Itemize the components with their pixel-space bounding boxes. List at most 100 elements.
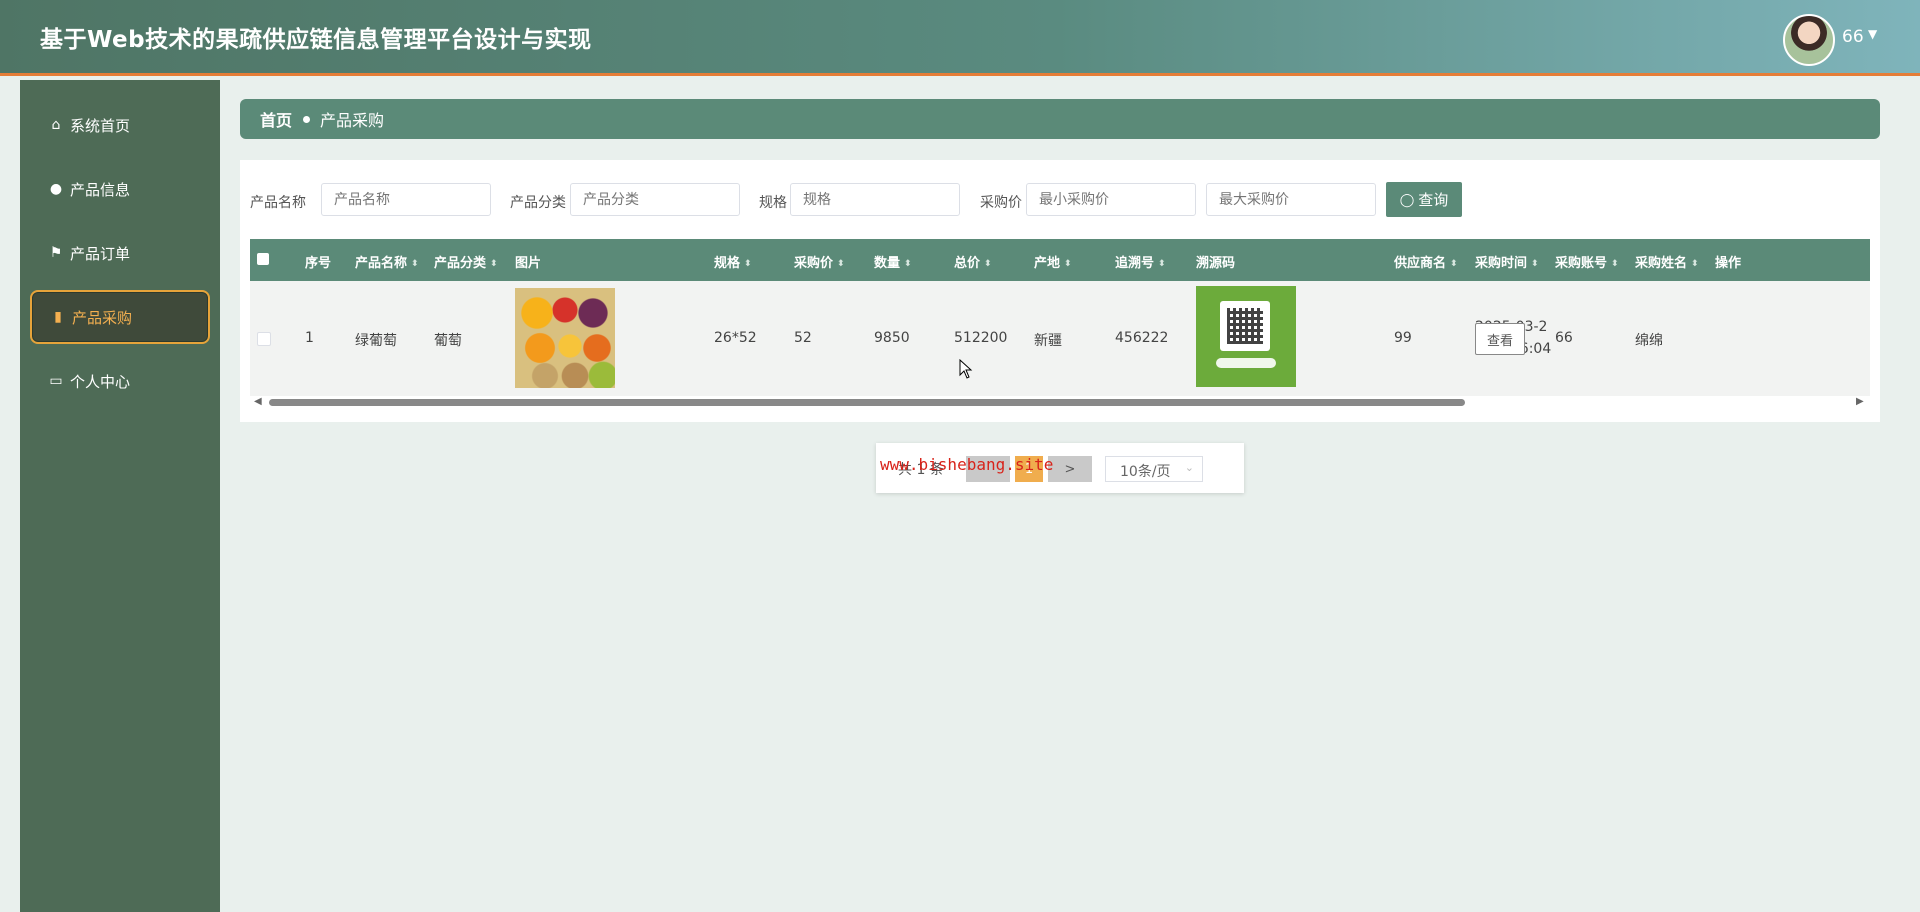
- sort-icon[interactable]: ⬍: [490, 259, 498, 269]
- column-header-sortable[interactable]: 产品名称 ⬍: [355, 252, 419, 271]
- view-button[interactable]: 查看: [1475, 323, 1525, 355]
- sidebar-item-label: 产品信息: [70, 180, 131, 199]
- column-label: 总价: [954, 256, 981, 271]
- column-label: 采购时间: [1475, 256, 1528, 271]
- column-label: 产品名称: [355, 256, 408, 271]
- breadcrumb-separator-icon: [303, 115, 311, 123]
- qr-code-icon: [1227, 308, 1263, 344]
- row-checkbox[interactable]: [257, 332, 271, 346]
- sort-icon[interactable]: ⬍: [411, 259, 419, 269]
- sort-icon[interactable]: ⬍: [1611, 259, 1619, 269]
- mouse-cursor-icon: [959, 359, 973, 379]
- sort-icon[interactable]: ⬍: [1158, 259, 1166, 269]
- sidebar-item-label: 产品订单: [70, 244, 131, 263]
- breadcrumb: 首页 产品采购: [240, 99, 1880, 139]
- breadcrumb-home[interactable]: 首页: [260, 107, 292, 131]
- cell-account: 66: [1555, 330, 1573, 346]
- watermark: www.bishebang.site: [880, 455, 1054, 474]
- min-price-input[interactable]: [1026, 183, 1196, 216]
- sort-icon[interactable]: ⬍: [904, 259, 912, 269]
- sidebar-item-product-purchase[interactable]: ▮ 产品采购: [30, 290, 210, 344]
- horizontal-scrollbar[interactable]: ◀ ▶: [250, 396, 1870, 407]
- breadcrumb-current: 产品采购: [320, 111, 385, 130]
- column-header-sortable[interactable]: 采购姓名 ⬍: [1635, 252, 1699, 271]
- chevron-down-icon: ⌄: [1184, 461, 1194, 474]
- next-page-button[interactable]: >: [1048, 456, 1092, 482]
- product-image[interactable]: [515, 288, 615, 388]
- app-title: 基于Web技术的果疏供应链信息管理平台设计与实现: [40, 27, 592, 53]
- qr-code-image[interactable]: [1196, 286, 1296, 387]
- sidebar-item-product-orders[interactable]: ⚑ 产品订单: [30, 226, 210, 280]
- qr-caption-bar: [1216, 358, 1276, 368]
- cell-index: 1: [305, 330, 314, 346]
- column-label: 数量: [874, 256, 901, 271]
- sidebar-item-label: 个人中心: [70, 372, 131, 391]
- sidebar-item-label: 产品采购: [72, 308, 133, 327]
- column-label: 采购姓名: [1635, 256, 1688, 271]
- select-all-checkbox[interactable]: [257, 253, 269, 265]
- sort-icon[interactable]: ⬍: [984, 259, 992, 269]
- column-label: 采购价: [794, 256, 834, 271]
- sort-icon[interactable]: ⬍: [1691, 259, 1699, 269]
- sort-icon[interactable]: ⬍: [1064, 259, 1072, 269]
- sort-icon[interactable]: ⬍: [1531, 259, 1539, 269]
- column-label: 追溯号: [1115, 256, 1155, 271]
- page-size-value: 10条/页: [1120, 464, 1171, 480]
- sidebar-item-home[interactable]: ⌂ 系统首页: [30, 98, 210, 152]
- spec-input[interactable]: [790, 183, 960, 216]
- product-category-input[interactable]: [570, 183, 740, 216]
- price-label: 采购价: [980, 195, 1022, 211]
- column-header-sortable[interactable]: 采购时间 ⬍: [1475, 252, 1539, 271]
- home-icon: ⌂: [51, 117, 61, 133]
- query-button-label: 查询: [1418, 192, 1449, 209]
- column-header: 操作: [1715, 256, 1742, 271]
- search-icon: ◯: [1399, 191, 1415, 207]
- sidebar-item-label: 系统首页: [70, 116, 131, 135]
- cell-category: 葡萄: [434, 333, 462, 349]
- sort-icon[interactable]: ⬍: [837, 259, 845, 269]
- cell-supplier: 99: [1394, 330, 1412, 346]
- column-header-sortable[interactable]: 产地 ⬍: [1034, 252, 1072, 271]
- user-name[interactable]: 66: [1842, 27, 1864, 47]
- column-header-sortable[interactable]: 规格 ⬍: [714, 252, 752, 271]
- cell-trace-no: 456222: [1115, 330, 1169, 346]
- app-header: 基于Web技术的果疏供应链信息管理平台设计与实现 66 ▼: [0, 0, 1920, 76]
- caret-down-icon[interactable]: ▼: [1868, 27, 1877, 41]
- page-size-select[interactable]: 10条/页 ⌄: [1105, 456, 1203, 482]
- max-price-input[interactable]: [1206, 183, 1376, 216]
- cell-quantity: 9850: [874, 330, 910, 346]
- content-panel: 产品名称 产品分类 规格 采购价 ◯ 查询 序号 产品名称⬍ 产品分类⬍ 图片 …: [240, 160, 1880, 422]
- flag-icon: ⚑: [49, 245, 63, 261]
- purchase-table: 序号 产品名称 ⬍ 产品分类 ⬍ 图片 规格 ⬍ 采购价 ⬍ 数量 ⬍ 总价 ⬍ 产地 ⬍ 追…: [250, 239, 1870, 407]
- sidebar-item-product-info[interactable]: ● 产品信息: [30, 162, 210, 216]
- sort-icon[interactable]: ⬍: [1450, 259, 1458, 269]
- query-button[interactable]: ◯ 查询: [1386, 182, 1462, 217]
- column-header-sortable[interactable]: 数量 ⬍: [874, 252, 912, 271]
- cell-spec: 26*52: [714, 330, 757, 346]
- sidebar-item-profile[interactable]: ▭ 个人中心: [30, 354, 210, 408]
- column-header-sortable[interactable]: 产品分类 ⬍: [434, 252, 498, 271]
- sidebar: ⌂ 系统首页 ● 产品信息 ⚑ 产品订单 ▮ 产品采购 ▭ 个人中心: [20, 80, 220, 912]
- cell-product-name: 绿葡萄: [355, 333, 397, 349]
- column-label: 供应商名: [1394, 256, 1447, 271]
- cell-price: 52: [794, 330, 812, 346]
- product-name-input[interactable]: [321, 183, 491, 216]
- column-header-sortable[interactable]: 供应商名 ⬍: [1394, 252, 1458, 271]
- scroll-left-icon[interactable]: ◀: [254, 396, 262, 407]
- column-header-sortable[interactable]: 采购价 ⬍: [794, 252, 845, 271]
- column-label: 采购账号: [1555, 256, 1608, 271]
- sort-icon[interactable]: ⬍: [744, 259, 752, 269]
- scroll-right-icon[interactable]: ▶: [1856, 396, 1864, 407]
- column-label: 规格: [714, 256, 741, 271]
- cell-total: 512200: [954, 330, 1008, 346]
- card-icon: ▭: [49, 373, 63, 389]
- column-header-sortable[interactable]: 采购账号 ⬍: [1555, 252, 1619, 271]
- column-header-sortable[interactable]: 总价 ⬍: [954, 252, 992, 271]
- bulb-icon: ●: [49, 181, 63, 197]
- column-header-sortable[interactable]: 追溯号 ⬍: [1115, 252, 1166, 271]
- scroll-thumb[interactable]: [269, 399, 1465, 406]
- cell-origin: 新疆: [1034, 333, 1062, 349]
- table-row: 1 绿葡萄 葡萄 26*52 52 9850 512200 新疆 456222 …: [250, 281, 1870, 396]
- bar-chart-icon: ▮: [54, 309, 62, 325]
- avatar[interactable]: [1783, 14, 1835, 66]
